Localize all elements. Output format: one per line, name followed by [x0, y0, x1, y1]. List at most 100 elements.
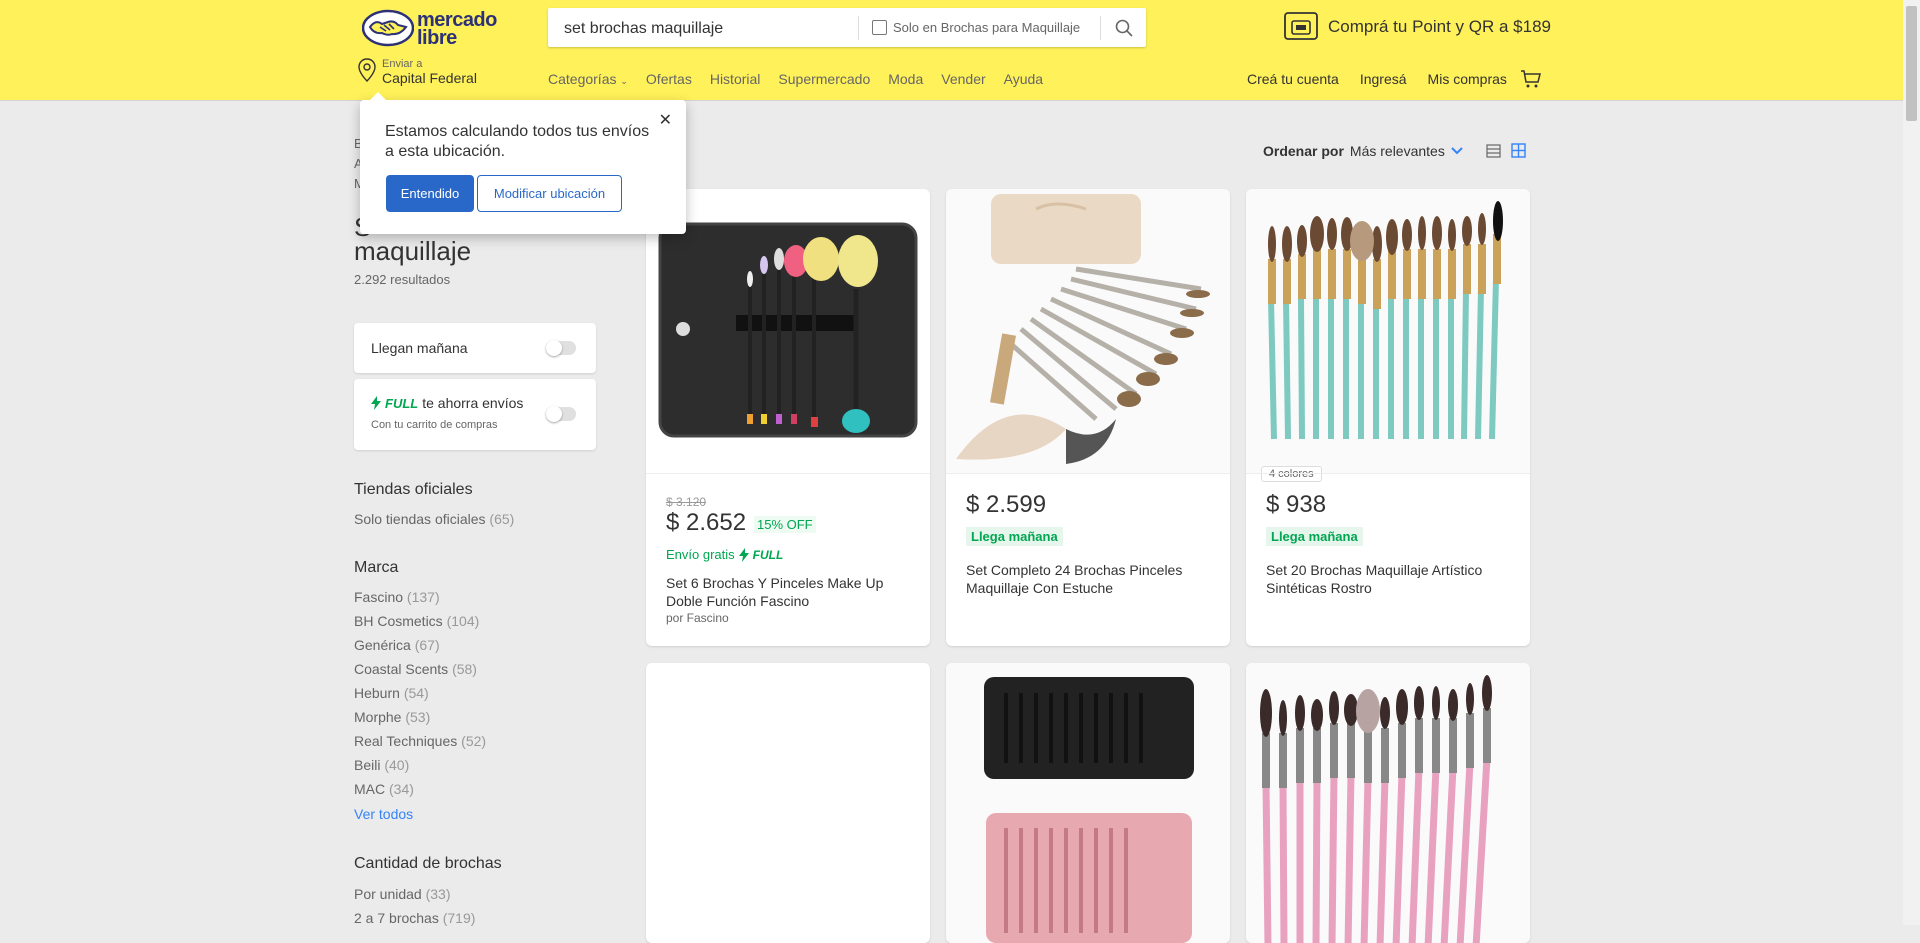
nav-ayuda[interactable]: Ayuda — [1004, 71, 1043, 87]
marca-title: Marca — [354, 559, 399, 576]
nav-moda[interactable]: Moda — [888, 71, 923, 87]
tiendas-title: Tiendas oficiales — [354, 481, 473, 498]
cantidad-title: Cantidad de brochas — [354, 855, 502, 872]
brand-filter-option[interactable]: Fascino (137) — [354, 589, 440, 605]
grid-view-icon[interactable] — [1511, 143, 1526, 158]
nav-categorias[interactable]: Categorías ⌄ — [548, 71, 628, 87]
product-title[interactable]: Set 6 Brochas Y Pinceles Make Up Doble F… — [666, 574, 896, 610]
mercadolibre-logo[interactable]: mercado libre — [361, 9, 502, 49]
lightning-icon — [738, 547, 749, 562]
nav-vender[interactable]: Vender — [941, 71, 985, 87]
delivery-badge: Llega mañana — [1266, 527, 1363, 546]
product-title[interactable]: Set Completo 24 Brochas Pinceles Maquill… — [966, 561, 1196, 597]
nav-supermercado[interactable]: Supermercado — [778, 71, 870, 87]
brand-filter-option[interactable]: MAC (34) — [354, 781, 414, 797]
filter-llegan-manana[interactable]: Llegan mañana — [354, 323, 596, 373]
toggle-switch[interactable] — [546, 340, 576, 356]
divider — [1246, 473, 1530, 474]
brand-filter-option[interactable]: Real Techniques (52) — [354, 733, 486, 749]
location-selector[interactable]: Enviar a Capital Federal — [358, 58, 477, 86]
filter-option[interactable]: Solo tiendas oficiales (65) — [354, 511, 514, 527]
location-value: Capital Federal — [382, 70, 477, 86]
checkbox-label: Solo en Brochas para Maquillaje — [893, 20, 1081, 35]
divider — [646, 473, 930, 474]
search-button[interactable] — [1101, 8, 1146, 47]
chevron-down-icon — [1451, 147, 1463, 155]
brand-filter-option[interactable]: Genérica (67) — [354, 637, 440, 653]
scrollbar[interactable] — [1903, 0, 1920, 925]
product-price: $ 2.599 — [966, 491, 1047, 518]
search-icon — [1115, 19, 1133, 37]
full-filter-sub: Con tu carrito de compras — [371, 419, 498, 431]
nav-historial[interactable]: Historial — [710, 71, 761, 87]
location-popup: Estamos calculando todos tus envíos a es… — [360, 92, 686, 234]
product-image[interactable] — [646, 189, 930, 473]
see-all-link[interactable]: Ver todos — [354, 806, 413, 822]
filter-option[interactable]: 2 a 7 brochas (719) — [354, 910, 475, 926]
full-badge: FULL — [385, 395, 419, 411]
product-price: $ 938 — [1266, 491, 1327, 518]
brand-filter-option[interactable]: Coastal Scents (58) — [354, 661, 477, 677]
scrollbar-thumb[interactable] — [1906, 6, 1917, 121]
page-title: maquillaje — [354, 236, 472, 266]
nav-ofertas[interactable]: Ofertas — [646, 71, 692, 87]
brand-filter-option[interactable]: BH Cosmetics (104) — [354, 613, 479, 629]
promo-text: Comprá tu Point y QR a $189 — [1328, 17, 1552, 36]
handshake-logo-icon — [361, 9, 415, 47]
checkbox[interactable] — [872, 20, 887, 35]
old-price: $ 3.120 — [666, 495, 707, 509]
full-filter-text: te ahorra envíos — [422, 395, 524, 411]
account-nav: Creá tu cuenta Ingresá Mis compras — [1247, 71, 1528, 87]
product-image[interactable] — [946, 189, 1230, 473]
product-title[interactable]: Set 20 Brochas Maquillaje Artístico Sint… — [1266, 561, 1496, 597]
toggle-switch[interactable] — [546, 406, 576, 422]
sort-selector[interactable]: Ordenar por Más relevantes — [1263, 143, 1463, 159]
product-card[interactable] — [1246, 663, 1530, 943]
modify-location-button[interactable]: Modificar ubicación — [477, 175, 622, 212]
brand-filter-option[interactable]: Heburn (54) — [354, 685, 429, 701]
color-count-badge: 4 colores — [1261, 466, 1322, 482]
product-image[interactable] — [1246, 189, 1530, 473]
my-purchases-link[interactable]: Mis compras — [1428, 71, 1507, 87]
brand-filter-option[interactable]: Beili (40) — [354, 757, 409, 773]
main-nav: Categorías ⌄ Ofertas Historial Supermerc… — [548, 71, 1061, 87]
product-price: $ 2.652 — [666, 509, 747, 536]
location-label: Enviar a — [382, 58, 423, 70]
product-card[interactable]: $ 2.599 Llega mañana Set Completo 24 Bro… — [946, 189, 1230, 646]
product-card[interactable]: $ 3.120 $ 2.652 15% OFF Envío gratis FUL… — [646, 189, 930, 646]
filter-label: Llegan mañana — [371, 340, 468, 356]
lightning-icon — [371, 396, 381, 410]
create-account-link[interactable]: Creá tu cuenta — [1247, 71, 1339, 87]
search-input[interactable] — [562, 8, 866, 49]
point-device-icon — [1284, 12, 1318, 40]
login-link[interactable]: Ingresá — [1360, 71, 1407, 87]
product-card[interactable]: 4 colores $ 938 Llega mañana Set 20 Broc… — [1246, 189, 1530, 646]
full-filter-title: FULL te ahorra envíos — [371, 395, 523, 411]
cart-icon — [1521, 70, 1541, 88]
product-image-placeholder[interactable] — [646, 663, 930, 943]
shipping-info: Envío gratis FULL — [666, 547, 784, 562]
sort-value: Más relevantes — [1349, 143, 1445, 159]
product-card[interactable] — [646, 663, 930, 943]
filter-full[interactable]: FULL te ahorra envíos Con tu carrito de … — [354, 379, 596, 450]
search-bar: Solo en Brochas para Maquillaje — [548, 8, 1146, 49]
understood-button[interactable]: Entendido — [386, 175, 474, 212]
cart-button[interactable] — [1520, 69, 1542, 94]
search-category-checkbox[interactable]: Solo en Brochas para Maquillaje — [872, 20, 1080, 35]
results-count: 2.292 resultados — [354, 272, 451, 287]
product-card[interactable] — [946, 663, 1230, 943]
location-pin-icon — [358, 58, 376, 82]
discount-badge: 15% OFF — [754, 516, 816, 533]
promo-banner[interactable]: Comprá tu Point y QR a $189 — [1284, 12, 1551, 42]
logo-text: mercado libre — [417, 9, 497, 49]
filter-option[interactable]: Por unidad (33) — [354, 886, 451, 902]
popup-message: Estamos calculando todos tus envíos a es… — [385, 123, 650, 160]
close-icon[interactable]: ✕ — [659, 110, 672, 130]
brand-filter-option[interactable]: Morphe (53) — [354, 709, 430, 725]
divider — [858, 16, 859, 40]
delivery-badge: Llega mañana — [966, 527, 1063, 546]
product-image[interactable] — [1246, 663, 1530, 943]
list-view-icon[interactable] — [1486, 143, 1501, 158]
product-image[interactable] — [946, 663, 1230, 943]
seller-name: por Fascino — [666, 611, 729, 625]
